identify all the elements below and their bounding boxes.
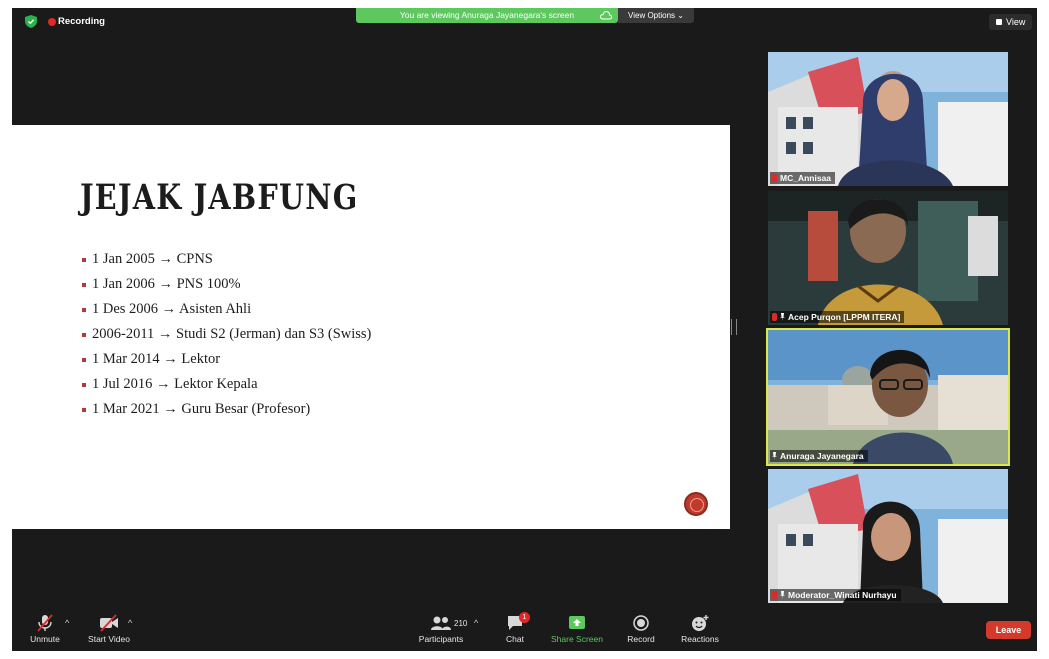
recording-label[interactable]: Recording	[58, 16, 105, 27]
bullet-text: 2006-2011 → Studi S2 (Jerman) dan S3 (Sw…	[92, 326, 372, 342]
zoom-window: Recording You are viewing Anuraga Jayane…	[12, 8, 1037, 651]
bullet-text: 1 Mar 2021 → Guru Besar (Profesor)	[92, 401, 311, 417]
unmute-label: Unmute	[30, 634, 60, 644]
video-tile-anuraga-jayanegara[interactable]: Anuraga Jayanegara	[766, 328, 1010, 466]
mic-muted-icon	[37, 614, 53, 632]
shield-icon[interactable]	[25, 15, 37, 28]
virtual-background	[768, 469, 1008, 603]
bullet-text: 1 Des 2006 → Asisten Ahli	[92, 301, 252, 317]
participants-label: Participants	[418, 634, 464, 644]
bullet-text: 1 Jan 2006 → PNS 100%	[92, 276, 241, 292]
pin-icon	[780, 591, 785, 599]
bullet-icon	[82, 408, 86, 412]
video-tile-acep-purqon[interactable]: Acep Purqon [LPPM ITERA]	[768, 191, 1008, 325]
muted-mic-icon	[772, 174, 777, 182]
view-icon	[996, 19, 1002, 25]
slide-bullets: 1 Jan 2005 → CPNS 1 Jan 2006 → PNS 100% …	[82, 251, 371, 426]
bullet-icon	[82, 283, 86, 287]
unmute-button[interactable]: Unmute	[26, 614, 64, 644]
video-tile-mc-annisaa[interactable]: MC_Annisaa	[768, 52, 1008, 186]
reactions-button[interactable]: Reactions	[676, 614, 724, 644]
bullet-icon	[82, 308, 86, 312]
splitter-handle[interactable]	[731, 319, 737, 335]
slide-bullet: 1 Des 2006 → Asisten Ahli	[82, 301, 371, 326]
banner-text: You are viewing Anuraga Jayanegara's scr…	[399, 10, 575, 20]
chat-label: Chat	[506, 634, 524, 644]
audio-options-chevron-icon[interactable]: ^	[65, 618, 69, 628]
participants-chevron-icon[interactable]: ^	[474, 618, 478, 628]
slide-title: JEJAK JABFUNG	[80, 177, 359, 218]
record-button[interactable]: Record	[624, 614, 658, 644]
chat-unread-badge: 1	[519, 612, 530, 623]
pin-icon	[780, 313, 785, 321]
slide-bullet: 1 Jul 2016 → Lektor Kepala	[82, 376, 371, 401]
share-screen-label: Share Screen	[551, 634, 603, 644]
virtual-background	[768, 52, 1008, 186]
virtual-background	[768, 330, 1008, 464]
slide-logo-icon	[684, 492, 708, 516]
bullet-icon	[82, 333, 86, 337]
pin-icon	[772, 452, 777, 460]
participant-name-tag: Acep Purqon [LPPM ITERA]	[770, 311, 905, 323]
participants-count: 210	[454, 619, 468, 628]
video-feed	[768, 191, 1008, 325]
start-video-label: Start Video	[88, 634, 130, 644]
slide-bullet: 2006-2011 → Studi S2 (Jerman) dan S3 (Sw…	[82, 326, 371, 351]
recording-dot-icon	[48, 18, 56, 26]
participant-name-tag: MC_Annisaa	[770, 172, 836, 184]
bullet-icon	[82, 358, 86, 362]
muted-mic-icon	[772, 591, 777, 599]
start-video-button[interactable]: Start Video	[84, 614, 134, 644]
bullet-text: 1 Jan 2005 → CPNS	[92, 251, 213, 267]
record-icon	[633, 615, 649, 631]
screen-share-banner: You are viewing Anuraga Jayanegara's scr…	[356, 8, 618, 23]
leave-button[interactable]: Leave	[986, 621, 1031, 639]
bullet-text: 1 Mar 2014 → Lektor	[92, 351, 221, 367]
video-options-chevron-icon[interactable]: ^	[128, 618, 132, 628]
participant-name: Acep Purqon [LPPM ITERA]	[788, 312, 901, 322]
video-off-icon	[100, 614, 118, 632]
view-options-button[interactable]: View Options ⌄	[618, 8, 694, 23]
shared-screen: JEJAK JABFUNG 1 Jan 2005 → CPNS 1 Jan 20…	[12, 125, 730, 529]
slide-bullet: 1 Mar 2014 → Lektor	[82, 351, 371, 376]
muted-mic-icon	[772, 313, 777, 321]
participant-name: MC_Annisaa	[780, 173, 832, 183]
participants-icon	[431, 616, 451, 630]
participant-name-tag: Anuraga Jayanegara	[770, 450, 868, 462]
video-tile-moderator-winati[interactable]: Moderator_Winati Nurhayu	[768, 469, 1008, 603]
participant-name-tag: Moderator_Winati Nurhayu	[770, 589, 901, 601]
meeting-toolbar: Unmute ^ Start Video ^ Participants 210 …	[12, 609, 1037, 651]
participant-name: Moderator_Winati Nurhayu	[788, 590, 897, 600]
participant-name: Anuraga Jayanegara	[780, 451, 864, 461]
view-button[interactable]: View	[989, 14, 1032, 30]
share-screen-button[interactable]: Share Screen	[548, 614, 606, 644]
view-label: View	[1006, 17, 1026, 27]
bullet-text: 1 Jul 2016 → Lektor Kepala	[92, 376, 258, 392]
cloud-icon	[600, 11, 612, 20]
record-label: Record	[627, 634, 655, 644]
slide-bullet: 1 Jan 2005 → CPNS	[82, 251, 371, 276]
bullet-icon	[82, 383, 86, 387]
share-screen-icon	[569, 616, 585, 629]
bullet-icon	[82, 258, 86, 262]
slide-bullet: 1 Jan 2006 → PNS 100%	[82, 276, 371, 301]
slide-bullet: 1 Mar 2021 → Guru Besar (Profesor)	[82, 401, 371, 426]
reactions-label: Reactions	[681, 634, 719, 644]
reactions-icon	[692, 615, 709, 631]
